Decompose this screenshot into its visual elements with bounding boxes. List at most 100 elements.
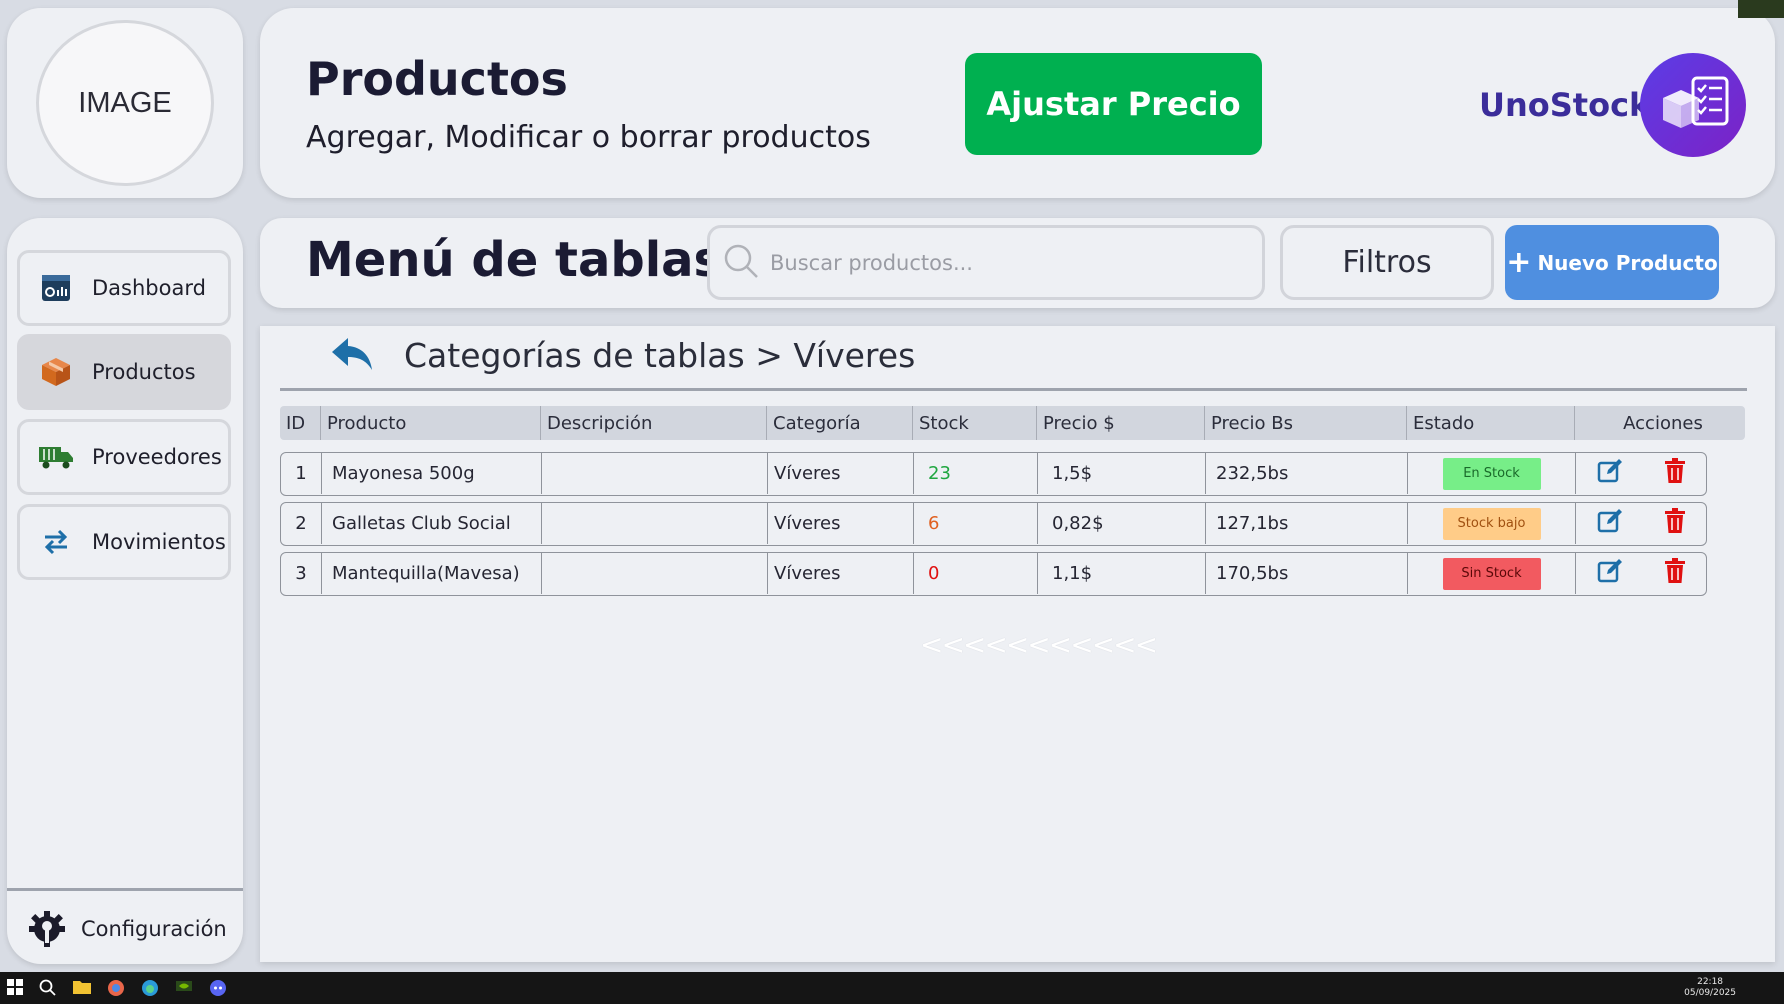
table-row: 2 Galletas Club Social Víveres 6 0,82$ 1… <box>280 502 1707 546</box>
cell-price-bs: 170,5bs <box>1205 553 1407 594</box>
column-header: Precio Bs <box>1204 406 1406 440</box>
sidebar-item-productos[interactable]: Productos <box>17 334 231 410</box>
cell-stock: 0 <box>913 553 1037 594</box>
edit-icon[interactable] <box>1597 558 1623 589</box>
new-product-button[interactable]: + Nuevo Producto <box>1505 225 1719 300</box>
column-header: Descripción <box>540 406 766 440</box>
table-row: 1 Mayonesa 500g Víveres 23 1,5$ 232,5bs … <box>280 452 1707 496</box>
swap-arrows-icon <box>38 524 74 560</box>
column-header: Producto <box>320 406 540 440</box>
cell-category: Víveres <box>767 503 913 544</box>
brand-logo-icon <box>1640 53 1746 157</box>
cell-id: 3 <box>295 563 307 584</box>
cell-stock: 23 <box>913 453 1037 494</box>
table-row: 3 Mantequilla(Mavesa) Víveres 0 1,1$ 170… <box>280 552 1707 596</box>
search-icon <box>722 242 760 284</box>
cell-price-usd: 1,5$ <box>1037 453 1205 494</box>
discord-icon[interactable] <box>208 978 228 998</box>
cell-product: Mantequilla(Mavesa) <box>321 553 541 594</box>
window-corner <box>1738 0 1784 18</box>
sidebar-item-label: Movimientos <box>92 530 226 554</box>
box-icon <box>38 354 74 390</box>
cell-description <box>541 453 767 494</box>
column-header: ID <box>286 412 306 434</box>
sidebar-divider <box>7 888 243 891</box>
edit-icon[interactable] <box>1597 458 1623 489</box>
column-header: Acciones <box>1574 406 1745 440</box>
pagination-arrows[interactable]: <<<<<<<<<<< <box>920 628 1158 661</box>
breadcrumb: Categorías de tablas > Víveres <box>404 336 916 375</box>
cell-stock: 6 <box>913 503 1037 544</box>
sidebar-item-label: Proveedores <box>92 445 222 469</box>
cell-actions <box>1575 553 1706 594</box>
cell-description <box>541 503 767 544</box>
column-header: Categoría <box>766 406 912 440</box>
clock-date: 05/09/2025 <box>1684 988 1736 998</box>
taskbar: 22:18 05/09/2025 <box>0 972 1784 1004</box>
dashboard-icon <box>38 270 74 306</box>
section-title: Menú de tablas <box>306 232 723 288</box>
column-header: Precio $ <box>1036 406 1204 440</box>
cell-description <box>541 553 767 594</box>
delete-trash-icon[interactable] <box>1664 458 1686 489</box>
browser-edge-icon[interactable] <box>140 978 160 998</box>
edit-icon[interactable] <box>1597 508 1623 539</box>
new-product-label: Nuevo Producto <box>1537 250 1718 275</box>
back-arrow-icon[interactable] <box>330 336 378 376</box>
logo-card: IMAGE <box>7 8 243 198</box>
cell-category: Víveres <box>767 553 913 594</box>
cell-status: Stock bajo <box>1407 503 1575 544</box>
sidebar-item-configuracion[interactable]: Configuración <box>27 904 227 954</box>
toolbar: Menú de tablas Filtros + Nuevo Producto <box>260 218 1775 308</box>
sidebar-item-dashboard[interactable]: Dashboard <box>17 250 231 326</box>
clock-time: 22:18 <box>1697 977 1724 987</box>
cell-status: Sin Stock <box>1407 553 1575 594</box>
sidebar: Dashboard Productos Proveedores Movimien… <box>7 218 243 964</box>
settings-label: Configuración <box>81 917 227 941</box>
cell-actions <box>1575 503 1706 544</box>
brand-name: UnoStock <box>1479 86 1651 124</box>
page-title: Productos <box>306 52 568 106</box>
cell-actions <box>1575 453 1706 494</box>
sidebar-item-proveedores[interactable]: Proveedores <box>17 419 231 495</box>
cell-id: 1 <box>295 463 307 484</box>
cell-product: Galletas Club Social <box>321 503 541 544</box>
search-box[interactable] <box>707 225 1265 300</box>
plus-icon: + <box>1506 244 1532 280</box>
sidebar-item-label: Dashboard <box>92 276 206 300</box>
main-panel: Categorías de tablas > Víveres ID Produc… <box>260 326 1775 962</box>
status-badge: Stock bajo <box>1442 507 1541 540</box>
file-explorer-icon[interactable] <box>72 978 92 998</box>
sidebar-item-label: Productos <box>92 360 196 384</box>
cell-price-bs: 232,5bs <box>1205 453 1407 494</box>
cell-price-usd: 1,1$ <box>1037 553 1205 594</box>
sidebar-item-movimientos[interactable]: Movimientos <box>17 504 231 580</box>
column-header: Stock <box>912 406 1036 440</box>
cell-price-usd: 0,82$ <box>1037 503 1205 544</box>
delete-trash-icon[interactable] <box>1664 558 1686 589</box>
settings-gear-icon <box>27 909 67 949</box>
app-icon[interactable] <box>106 978 126 998</box>
truck-icon <box>38 439 74 475</box>
table-header: ID Producto Descripción Categoría Stock … <box>280 406 1745 440</box>
status-badge: En Stock <box>1442 457 1541 490</box>
cell-status: En Stock <box>1407 453 1575 494</box>
search-icon[interactable] <box>38 978 58 998</box>
cell-id: 2 <box>295 513 307 534</box>
filters-button[interactable]: Filtros <box>1280 225 1494 300</box>
page-subtitle: Agregar, Modificar o borrar productos <box>306 120 871 155</box>
logo-placeholder: IMAGE <box>36 20 214 186</box>
nvidia-icon[interactable] <box>174 978 194 998</box>
system-clock[interactable]: 22:18 05/09/2025 <box>1684 977 1736 999</box>
status-badge: Sin Stock <box>1442 557 1541 590</box>
column-header: Estado <box>1406 406 1574 440</box>
adjust-price-button[interactable]: Ajustar Precio <box>965 53 1262 155</box>
delete-trash-icon[interactable] <box>1664 508 1686 539</box>
divider <box>280 388 1747 391</box>
cell-price-bs: 127,1bs <box>1205 503 1407 544</box>
page-header: Productos Agregar, Modificar o borrar pr… <box>260 8 1775 198</box>
cell-product: Mayonesa 500g <box>321 453 541 494</box>
cell-category: Víveres <box>767 453 913 494</box>
windows-start-icon[interactable] <box>6 978 26 998</box>
search-input[interactable] <box>770 250 1250 275</box>
